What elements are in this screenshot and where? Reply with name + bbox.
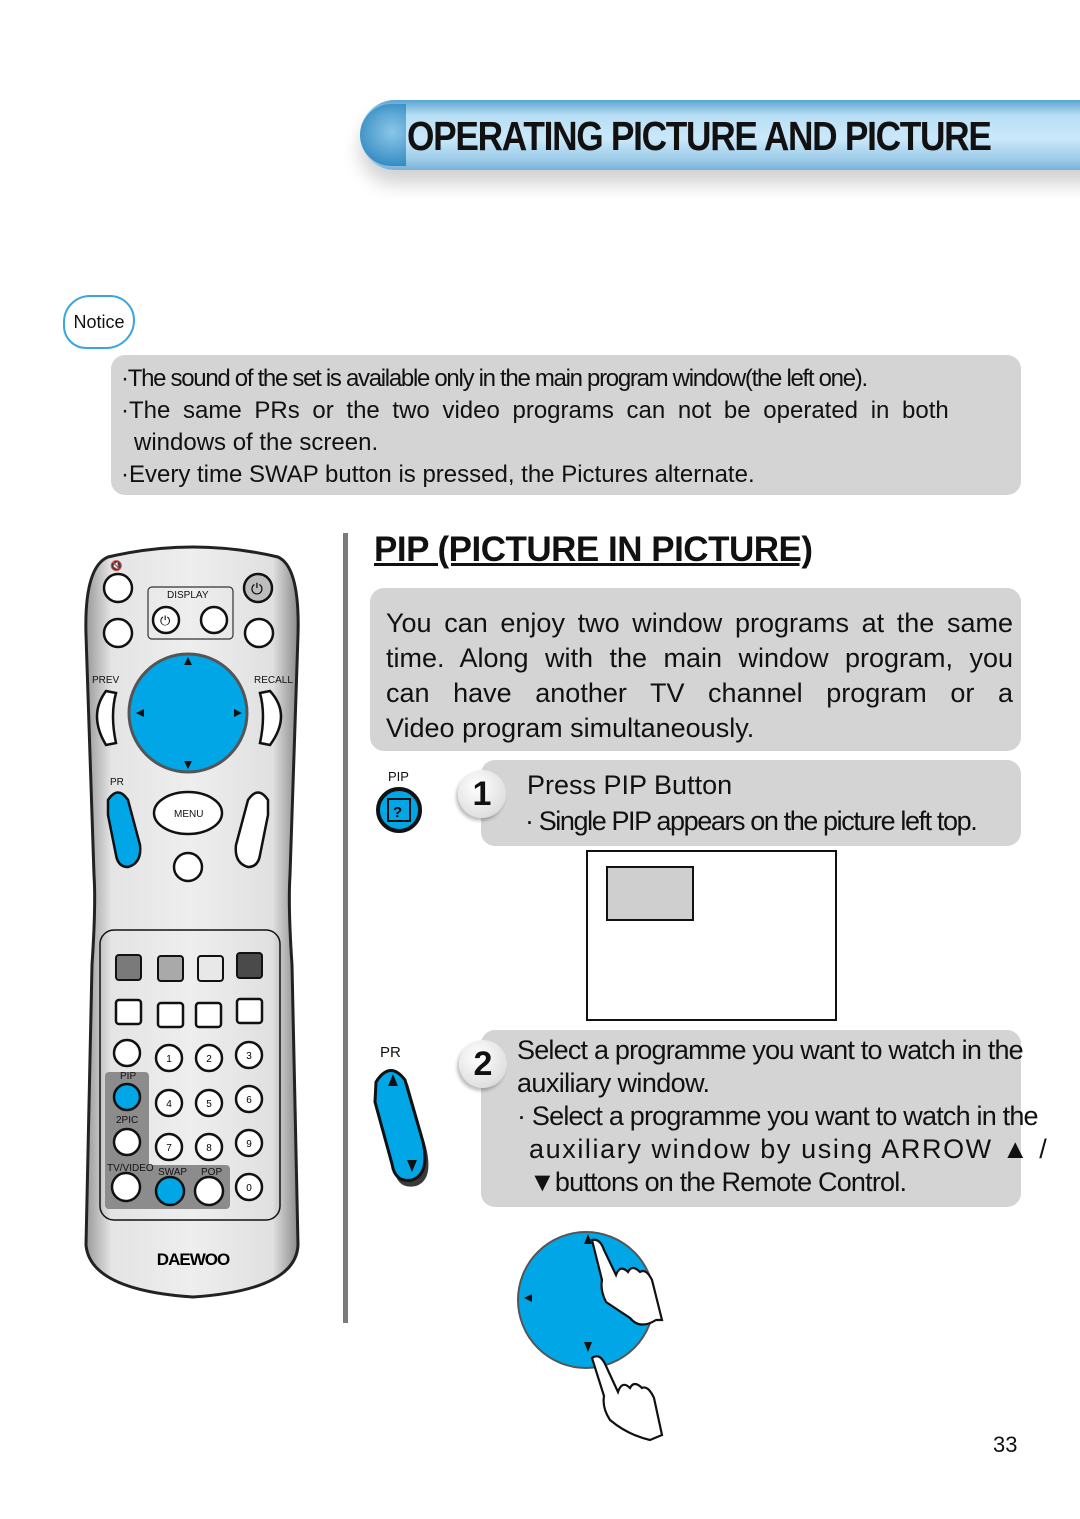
- notice-item-1: ·The sound of the set is available only …: [121, 365, 868, 392]
- color-button-4: [236, 952, 263, 979]
- notice-badge: Notice: [63, 295, 135, 349]
- page-title: OPERATING PICTURE AND PICTURE: [407, 113, 992, 159]
- digit-label: 1: [166, 1054, 172, 1065]
- color-button-3: [197, 955, 224, 982]
- sleep-button: [243, 617, 275, 649]
- step-1-title: Press PIP Button: [527, 770, 733, 800]
- digit-label: 3: [246, 1051, 252, 1062]
- section-heading: PIP (PICTURE IN PICTURE): [374, 530, 813, 569]
- pr-label: PR: [110, 777, 124, 788]
- notice-item-2: ·The same PRs or the two video programs …: [121, 397, 949, 424]
- digit-label: 5: [206, 1099, 212, 1110]
- brand-logo: DAEWOO: [157, 1250, 230, 1269]
- step-2-detail-cont: auxiliary window by using ARROW ▲ /: [529, 1134, 1049, 1164]
- display-input-button: [199, 605, 229, 635]
- digit-label: 6: [246, 1095, 252, 1106]
- step-2-title: Select a programme you want to watch in …: [517, 1035, 1024, 1065]
- pip-label: PIP: [120, 1071, 136, 1082]
- digit-label: 4: [166, 1099, 172, 1110]
- display-label: DISPLAY: [167, 590, 209, 601]
- menu-label: MENU: [174, 809, 203, 820]
- text-button-4: [235, 997, 264, 1025]
- notice-box: ·The sound of the set is available only …: [111, 355, 1021, 495]
- pip-window-diagram: [606, 866, 694, 921]
- step-2-box: Select a programme you want to watch in …: [481, 1030, 1047, 1207]
- text-button-3: [194, 1001, 223, 1029]
- mute-icon: 🔇: [110, 559, 122, 572]
- pip-button: [112, 1082, 142, 1112]
- mute-button: [102, 572, 134, 604]
- text-button-1: [114, 998, 143, 1026]
- description-line: You can enjoy two window programs at the…: [386, 608, 1013, 638]
- step-2-number: 2: [459, 1040, 507, 1088]
- step-2-detail-cont: ▼buttons on the Remote Control.: [529, 1167, 907, 1197]
- step-2-title-cont: auxiliary window.: [517, 1068, 710, 1098]
- section-divider: [343, 533, 348, 1323]
- step-2-detail: · Select a programme you want to watch i…: [517, 1101, 1039, 1131]
- pr-button-label: PR: [380, 1044, 401, 1061]
- pip-button-label: PIP: [388, 769, 409, 784]
- notice-label: Notice: [73, 311, 125, 332]
- swap-button: [154, 1175, 186, 1207]
- description-line: time. Along with the main window program…: [386, 643, 1013, 673]
- color-button-1: [115, 954, 142, 981]
- input-button: [102, 617, 134, 649]
- prev-label: PREV: [92, 675, 120, 686]
- digit-label: 7: [166, 1143, 172, 1154]
- description-line: can have another TV channel program or a: [386, 678, 1013, 708]
- pr-rocker-icon: [373, 1069, 429, 1187]
- 2pic-label: 2PIC: [116, 1115, 138, 1126]
- digit-label: 8: [206, 1143, 212, 1154]
- hand-pointer-icon: [590, 1355, 664, 1442]
- digit-label: 0: [246, 1183, 252, 1194]
- remote-control-illustration: 🔇 DISPLAY ⏻ ⏻ PREV RECALL PR MENU PIP 2P…: [84, 545, 300, 1299]
- dpad-hand-illustration: [517, 1231, 664, 1442]
- tvvideo-button: [110, 1171, 142, 1203]
- description-box: You can enjoy two window programs at the…: [370, 588, 1021, 751]
- 2pic-button: [112, 1127, 142, 1157]
- power-icon: ⏻: [160, 613, 170, 628]
- pop-button: [193, 1175, 225, 1207]
- teletext-button: [172, 851, 204, 883]
- text-button-2: [156, 1001, 185, 1029]
- index-button: [112, 1038, 142, 1068]
- notice-item-2-cont: windows of the screen.: [134, 429, 379, 456]
- step-1-detail: · Single PIP appears on the picture left…: [525, 806, 978, 836]
- tvvideo-label: TV/VIDEO: [107, 1163, 154, 1174]
- dpad: [127, 652, 249, 774]
- description-line: Video program simultaneously.: [386, 713, 755, 743]
- notice-item-3: ·Every time SWAP button is pressed, the …: [121, 461, 755, 488]
- digit-label: 9: [246, 1139, 252, 1150]
- digit-label: 2: [206, 1054, 212, 1065]
- power-icon: ⏻: [251, 581, 263, 598]
- svg-text:?: ?: [393, 804, 402, 821]
- step-1-number: 1: [458, 770, 506, 818]
- pip-button-icon: ?: [376, 787, 422, 833]
- page-number: 33: [993, 1432, 1018, 1457]
- step-1-box: Press PIP Button · Single PIP appears on…: [481, 760, 1021, 846]
- color-button-2: [157, 955, 184, 982]
- recall-label: RECALL: [254, 675, 293, 686]
